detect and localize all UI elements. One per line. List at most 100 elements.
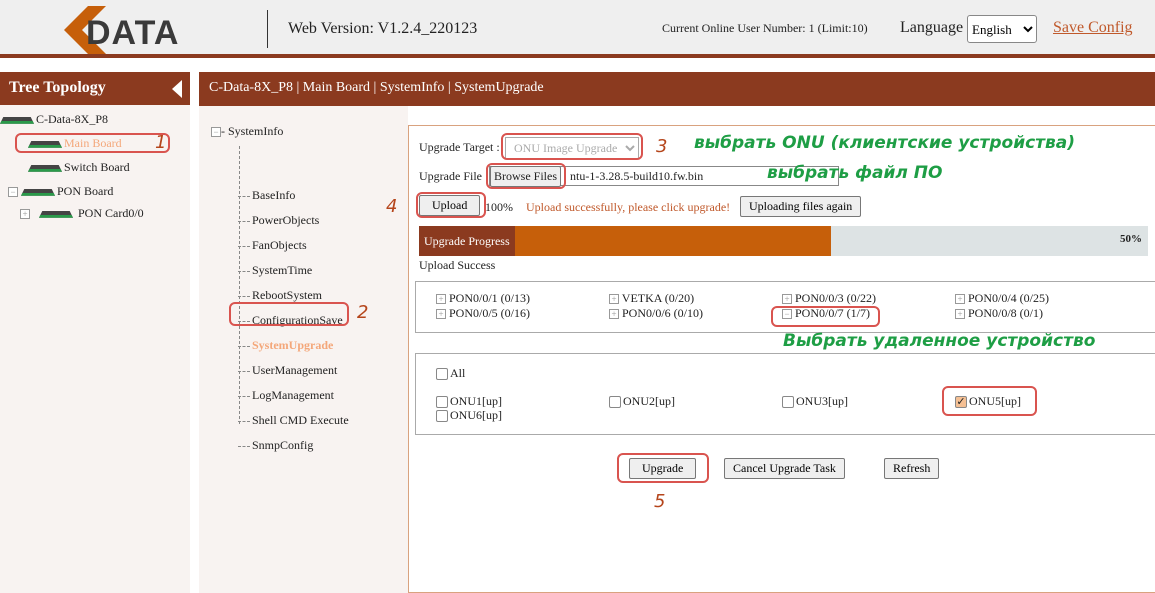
collapse-icon[interactable]: − bbox=[8, 187, 18, 198]
upgrade-form: Upgrade Target : ONU Image Upgrade Upgra… bbox=[386, 125, 1155, 593]
expand-icon[interactable]: + bbox=[436, 309, 446, 320]
pon-label: PON0/0/6 (0/10) bbox=[622, 306, 703, 320]
nav-item-logmanagement[interactable]: LogManagement bbox=[238, 388, 334, 403]
language-label: Language bbox=[900, 19, 964, 36]
annotation-ring bbox=[771, 306, 880, 327]
nav-item-powerobjects[interactable]: PowerObjects bbox=[237, 213, 319, 228]
pon-item[interactable]: + PON0/0/3 (0/22) bbox=[782, 291, 876, 306]
upgrade-target-label: Upgrade Target : bbox=[419, 140, 500, 154]
checkbox[interactable] bbox=[436, 410, 448, 423]
collapse-icon[interactable]: − bbox=[211, 127, 221, 138]
onu-label: ONU1[up] bbox=[450, 394, 502, 408]
pon-label: VETKA (0/20) bbox=[621, 291, 695, 305]
upload-message: Upload successfully, please click upgrad… bbox=[526, 200, 731, 214]
checkbox[interactable] bbox=[436, 368, 448, 381]
annotation-ring bbox=[15, 133, 170, 153]
tree-node-label: PON Board bbox=[57, 184, 114, 198]
pon-label: PON0/0/4 (0/25) bbox=[968, 291, 1049, 305]
onu-item[interactable]: ONU6[up] bbox=[436, 408, 502, 423]
pon-item[interactable]: + PON0/0/1 (0/13) bbox=[436, 291, 530, 306]
device-icon bbox=[0, 116, 34, 124]
board-icon bbox=[28, 164, 62, 172]
header: DATA Web Version: V1.2.4_220123 Current … bbox=[0, 0, 1155, 58]
onu-all-checkbox[interactable]: All bbox=[436, 366, 465, 381]
expand-icon[interactable]: + bbox=[436, 294, 446, 305]
refresh-button[interactable]: Refresh bbox=[884, 458, 940, 479]
tree-node-label: PON Card0/0 bbox=[78, 206, 144, 220]
upload-again-button[interactable]: Uploading files again bbox=[740, 196, 862, 217]
nav-item-shell-cmd-execute[interactable]: Shell CMD Execute bbox=[238, 413, 349, 428]
pon-label: PON0/0/3 (0/22) bbox=[795, 291, 876, 305]
annotation-ring bbox=[486, 163, 566, 189]
expand-icon[interactable]: + bbox=[955, 309, 965, 320]
svg-text:DATA: DATA bbox=[86, 14, 179, 52]
checkbox[interactable] bbox=[782, 396, 794, 409]
nav-item-snmpconfig[interactable]: SnmpConfig bbox=[237, 438, 313, 453]
board-icon bbox=[21, 188, 55, 196]
progress-percent: 50% bbox=[1120, 233, 1142, 245]
main-panel: C-Data-8X_P8 | Main Board | SystemInfo |… bbox=[199, 72, 1155, 593]
annotation-number: 4 bbox=[386, 196, 398, 217]
onu-item[interactable]: ONU3[up] bbox=[782, 394, 848, 409]
checkbox[interactable] bbox=[436, 396, 448, 409]
pon-item[interactable]: + PON0/0/4 (0/25) bbox=[955, 291, 1049, 306]
tree-line bbox=[239, 146, 240, 424]
collapse-icon[interactable] bbox=[172, 80, 182, 98]
nav-item-rebootsystem[interactable]: RebootSystem bbox=[237, 288, 322, 303]
pon-label: PON0/0/5 (0/16) bbox=[449, 306, 530, 320]
header-divider bbox=[267, 10, 268, 48]
tree-node-device[interactable]: C-Data-8X_P8 bbox=[0, 112, 108, 127]
expand-icon[interactable]: + bbox=[782, 294, 792, 305]
tree-title: Tree Topology bbox=[0, 72, 190, 105]
annotation-note: выбрать ONU (клиентские устройства) bbox=[694, 133, 1076, 153]
pon-label: PON0/0/1 (0/13) bbox=[449, 291, 530, 305]
onu-item[interactable]: ONU2[up] bbox=[609, 394, 675, 409]
progress-fill bbox=[515, 226, 831, 256]
tree-topology-panel: Tree Topology C-Data-8X_P8 Main Board Sw… bbox=[0, 72, 190, 593]
nav-item-baseinfo[interactable]: BaseInfo bbox=[237, 188, 295, 203]
annotation-ring bbox=[229, 302, 349, 326]
file-name: ntu-1-3.28.5-build10.fw.bin bbox=[570, 169, 704, 183]
cancel-upgrade-button[interactable]: Cancel Upgrade Task bbox=[724, 458, 845, 479]
expand-icon[interactable]: + bbox=[609, 309, 619, 320]
cdata-logo: DATA bbox=[64, 6, 179, 54]
pon-item[interactable]: + VETKA (0/20) bbox=[609, 291, 694, 306]
onu-label: ONU6[up] bbox=[450, 408, 502, 422]
expand-icon[interactable]: + bbox=[955, 294, 965, 305]
pon-item[interactable]: + PON0/0/6 (0/10) bbox=[609, 306, 703, 321]
upload-status: Upload Success bbox=[419, 258, 496, 272]
tree-title-text: Tree Topology bbox=[9, 79, 106, 96]
annotation-note: Выбрать удаленное устройство bbox=[783, 331, 1096, 351]
language-select[interactable]: English bbox=[967, 15, 1037, 43]
annotation-ring bbox=[617, 453, 709, 483]
nav-item-fanobjects[interactable]: FanObjects bbox=[238, 238, 307, 253]
pon-label: PON0/0/8 (0/1) bbox=[968, 306, 1043, 320]
annotation-number: 1 bbox=[155, 132, 167, 153]
annotation-ring bbox=[942, 386, 1037, 416]
tree-node-label: Switch Board bbox=[64, 160, 130, 174]
progress-label: Upgrade Progress bbox=[419, 226, 515, 256]
onu-list: All ONU1[up] ONU2[up] ONU3[up] ✓ ONU5[up] ONU… bbox=[415, 353, 1155, 435]
expand-icon[interactable]: + bbox=[20, 209, 30, 220]
tree-node-label: C-Data-8X_P8 bbox=[36, 112, 108, 126]
onu-item[interactable]: ONU1[up] bbox=[436, 394, 502, 409]
tree-node-switch-board[interactable]: Switch Board bbox=[28, 160, 130, 175]
pon-item[interactable]: + PON0/0/8 (0/1) bbox=[955, 306, 1043, 321]
nav-item-systemtime[interactable]: SystemTime bbox=[237, 263, 312, 278]
tree-node-pon-board[interactable]: − PON Board bbox=[8, 184, 113, 199]
expand-icon[interactable]: + bbox=[609, 294, 619, 305]
annotation-number: 3 bbox=[656, 136, 668, 157]
annotation-note: выбрать файл ПО bbox=[767, 163, 943, 183]
board-icon bbox=[39, 210, 73, 218]
nav-item-usermanagement[interactable]: UserManagement bbox=[237, 363, 337, 378]
annotation-number: 5 bbox=[654, 491, 666, 512]
nav-item-systemupgrade[interactable]: SystemUpgrade bbox=[237, 338, 333, 353]
checkbox[interactable] bbox=[609, 396, 621, 409]
annotation-ring bbox=[501, 133, 643, 160]
tree-node-pon-card[interactable]: + PON Card0/0 bbox=[20, 206, 144, 221]
onu-label: ONU3[up] bbox=[796, 394, 848, 408]
pon-item[interactable]: + PON0/0/5 (0/16) bbox=[436, 306, 530, 321]
nav-root[interactable]: − - SystemInfo bbox=[211, 124, 283, 139]
web-version: Web Version: V1.2.4_220123 bbox=[288, 20, 478, 37]
save-config-link[interactable]: Save Config bbox=[1053, 19, 1133, 37]
